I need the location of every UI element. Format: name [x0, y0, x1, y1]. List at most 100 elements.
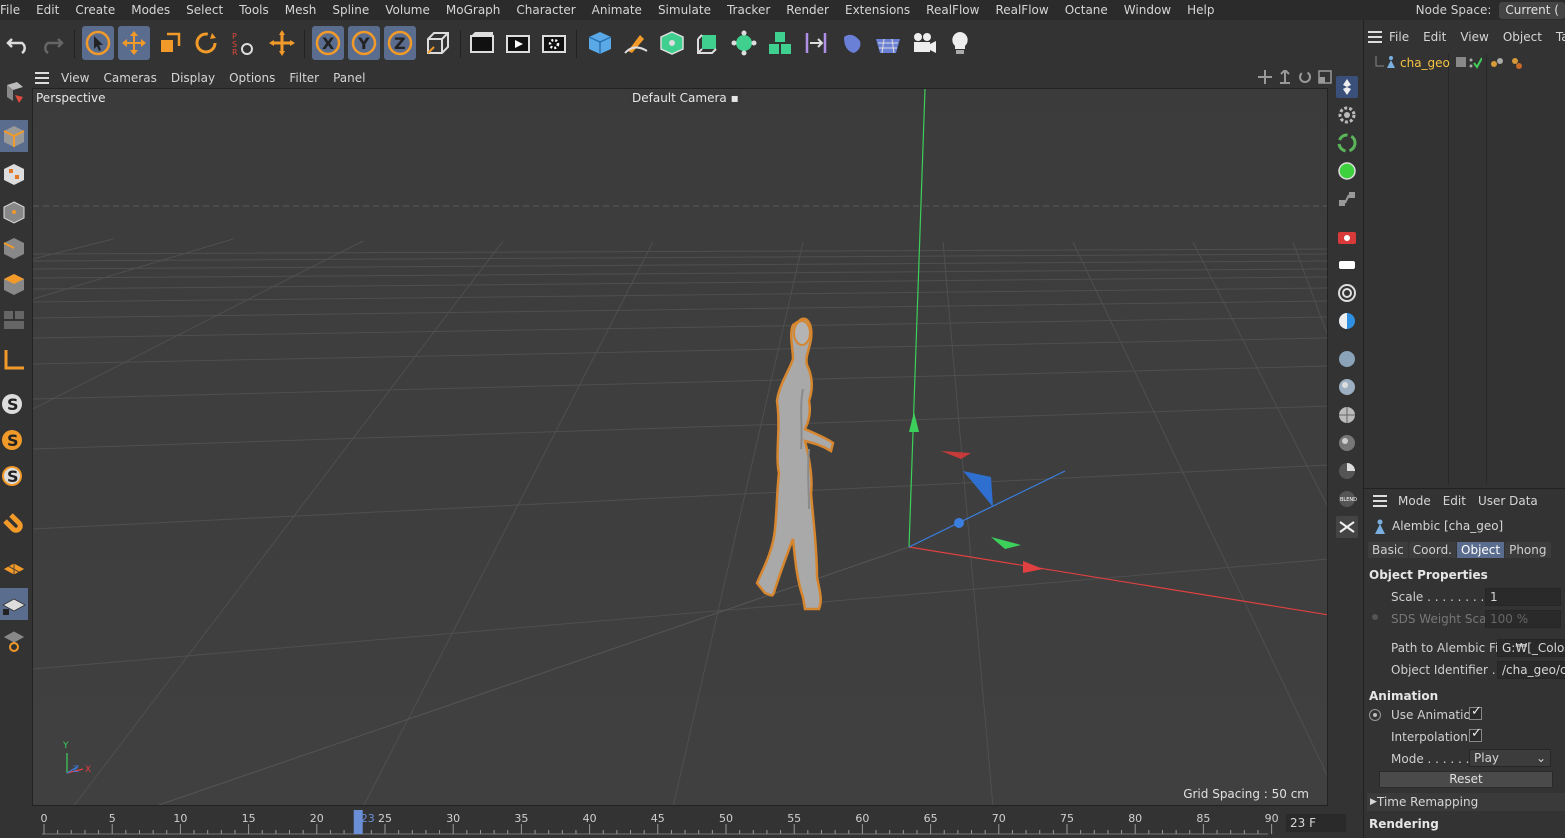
menu-edit[interactable]: Edit	[28, 0, 67, 20]
menu-extensions[interactable]: Extensions	[837, 0, 918, 20]
undo-icon[interactable]	[2, 26, 34, 60]
octane-refresh-icon[interactable]	[1334, 130, 1360, 156]
menu-mesh[interactable]: Mesh	[277, 0, 325, 20]
menu-realflow-2[interactable]: RealFlow	[987, 0, 1056, 20]
uv-mode-icon[interactable]	[0, 304, 28, 336]
octane-target-icon[interactable]	[1334, 280, 1360, 306]
model-mode-icon[interactable]	[0, 120, 28, 152]
select-icon[interactable]	[82, 26, 114, 60]
tag-icon-1[interactable]	[1490, 56, 1504, 70]
extrude-icon[interactable]	[692, 26, 724, 60]
reset-button[interactable]: Reset	[1379, 771, 1553, 788]
magnet-icon[interactable]	[0, 506, 28, 538]
enabled-check-icon[interactable]	[1468, 56, 1482, 70]
pan-icon[interactable]	[1258, 70, 1272, 84]
tag-icon-2[interactable]	[1510, 56, 1524, 70]
current-frame-field[interactable]: 23 F	[1286, 814, 1346, 832]
rotate-icon[interactable]	[190, 26, 222, 60]
om-menu-edit[interactable]: Edit	[1416, 30, 1453, 44]
snap-s2-icon[interactable]: S	[0, 424, 28, 456]
scale-icon[interactable]	[154, 26, 186, 60]
node-space-select[interactable]: Current (	[1499, 1, 1565, 19]
menu-octane[interactable]: Octane	[1057, 0, 1116, 20]
menu-tracker[interactable]: Tracker	[719, 0, 778, 20]
use-animation-key-icon[interactable]	[1369, 709, 1381, 721]
snap-s1-icon[interactable]: S	[0, 388, 28, 420]
menu-modes[interactable]: Modes	[123, 0, 178, 20]
edges-mode-icon[interactable]	[0, 232, 28, 264]
menu-tools[interactable]: Tools	[231, 0, 277, 20]
transform-icon[interactable]	[266, 26, 298, 60]
octane-status-icon[interactable]	[1334, 158, 1360, 184]
z-axis-icon[interactable]: Z	[384, 26, 416, 60]
attr-menu-user-data[interactable]: User Data	[1472, 494, 1544, 508]
axis-mode-icon[interactable]	[0, 344, 28, 376]
use-animation-checkbox[interactable]	[1469, 704, 1482, 720]
subdivision-icon[interactable]	[656, 26, 688, 60]
material-mix-icon[interactable]	[1334, 514, 1360, 540]
om-menu-object[interactable]: Object	[1496, 30, 1549, 44]
tab-object[interactable]: Object	[1457, 542, 1505, 558]
viewport-menu-cameras[interactable]: Cameras	[96, 71, 163, 85]
x-axis-icon[interactable]: X	[312, 26, 344, 60]
menu-realflow-1[interactable]: RealFlow	[918, 0, 987, 20]
maximize-icon[interactable]	[1318, 70, 1332, 84]
material-sphere-1-icon[interactable]	[1334, 346, 1360, 372]
scale-field[interactable]: 1	[1485, 588, 1561, 606]
cloner-icon[interactable]	[764, 26, 796, 60]
psr-icon[interactable]: PSR	[226, 26, 258, 60]
coordinate-system-icon[interactable]	[422, 26, 454, 60]
perspective-viewport[interactable]: Perspective Default Camera ▪ Y X Z Grid …	[32, 88, 1328, 806]
viewport-menu-view[interactable]: View	[54, 71, 96, 85]
viewport-menu-options[interactable]: Options	[222, 71, 282, 85]
cube-icon[interactable]	[584, 26, 616, 60]
attr-hamburger-icon[interactable]	[1368, 495, 1392, 507]
interpolation-checkbox[interactable]	[1469, 726, 1482, 742]
material-sphere-5-icon[interactable]	[1334, 458, 1360, 484]
tab-coord[interactable]: Coord.	[1408, 542, 1456, 558]
menu-create[interactable]: Create	[67, 0, 123, 20]
polygons-mode-icon[interactable]	[0, 268, 28, 300]
material-blend-icon[interactable]: BLEND	[1334, 486, 1360, 512]
hamburger-icon[interactable]	[30, 71, 54, 84]
environment-icon[interactable]	[836, 26, 868, 60]
om-hamburger-icon[interactable]	[1368, 31, 1382, 43]
light-icon[interactable]	[944, 26, 976, 60]
menu-select[interactable]: Select	[178, 0, 231, 20]
tab-phong[interactable]: Phong	[1505, 542, 1551, 558]
menu-spline[interactable]: Spline	[324, 0, 377, 20]
move-icon[interactable]	[118, 26, 150, 60]
render-settings-icon[interactable]	[538, 26, 570, 60]
material-sphere-3-icon[interactable]	[1334, 402, 1360, 428]
octane-live-icon[interactable]	[1334, 74, 1360, 100]
octane-area-light-icon[interactable]	[1334, 252, 1360, 278]
menu-simulate[interactable]: Simulate	[650, 0, 719, 20]
menu-help[interactable]: Help	[1179, 0, 1222, 20]
render-region-icon[interactable]	[466, 26, 498, 60]
visibility-dots-icon[interactable]	[1456, 57, 1468, 69]
viewport-menu-panel[interactable]: Panel	[326, 71, 372, 85]
points-mode-icon[interactable]	[0, 196, 28, 228]
octane-sky-icon[interactable]	[1334, 308, 1360, 334]
alembic-path-field[interactable]: G:₩[_Coloso	[1497, 639, 1565, 657]
menu-volume[interactable]: Volume	[377, 0, 438, 20]
viewport-menu-filter[interactable]: Filter	[282, 71, 326, 85]
attr-menu-mode[interactable]: Mode	[1392, 494, 1437, 508]
time-remapping-group[interactable]: ▶ Time Remapping	[1367, 793, 1565, 811]
material-sphere-2-icon[interactable]	[1334, 374, 1360, 400]
make-editable-icon[interactable]	[0, 76, 28, 108]
texture-mode-icon[interactable]	[0, 158, 28, 190]
orbit-icon[interactable]	[1298, 70, 1312, 84]
menu-file[interactable]: File	[0, 0, 28, 20]
attr-menu-edit[interactable]: Edit	[1437, 494, 1472, 508]
om-menu-tags[interactable]: Tags	[1549, 30, 1565, 44]
om-menu-file[interactable]: File	[1382, 30, 1416, 44]
material-sphere-4-icon[interactable]	[1334, 430, 1360, 456]
octane-camera-icon[interactable]	[1334, 224, 1360, 250]
redo-icon[interactable]	[36, 26, 68, 60]
y-axis-icon[interactable]: Y	[348, 26, 380, 60]
timeline[interactable]: 0 5 10 15 20 25 30 35 40 45 50 55 60 65 70 75 80 85 90 23 2…	[30, 806, 1346, 838]
floor-icon[interactable]	[872, 26, 904, 60]
tab-basic[interactable]: Basic	[1368, 542, 1408, 558]
object-row-cha-geo[interactable]: cha_geo	[1364, 54, 1565, 72]
